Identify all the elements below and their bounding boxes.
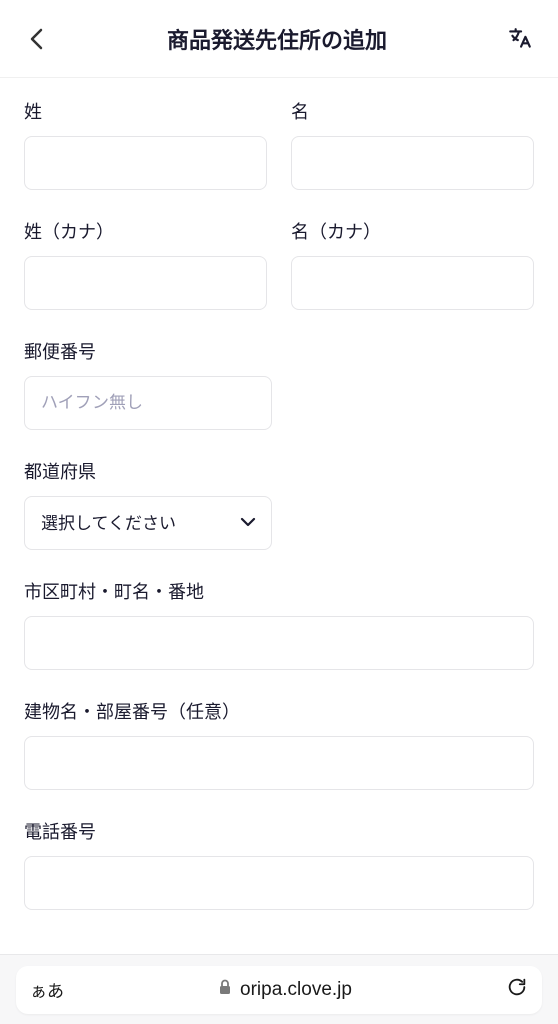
prefecture-select[interactable]: 選択してください: [24, 496, 272, 550]
firstname-kana-input[interactable]: [291, 256, 534, 310]
building-label: 建物名・部屋番号（任意）: [24, 698, 534, 724]
firstname-kana-label: 名（カナ）: [291, 218, 534, 244]
reload-button[interactable]: [498, 976, 528, 1003]
phone-label: 電話番号: [24, 818, 534, 844]
firstname-label: 名: [291, 98, 534, 124]
building-input[interactable]: [24, 736, 534, 790]
city-address-input[interactable]: [24, 616, 534, 670]
postal-code-input[interactable]: [24, 376, 272, 430]
prefecture-label: 都道府県: [24, 458, 534, 484]
lastname-kana-input[interactable]: [24, 256, 267, 310]
lastname-kana-label: 姓（カナ）: [24, 218, 267, 244]
postal-code-label: 郵便番号: [24, 338, 534, 364]
lastname-input[interactable]: [24, 136, 267, 190]
url-text: oripa.clove.jp: [240, 979, 352, 1001]
text-size-button[interactable]: ぁあ: [30, 977, 72, 1002]
lock-icon: [218, 979, 232, 1000]
firstname-input[interactable]: [291, 136, 534, 190]
address-bar[interactable]: ぁあ oripa.clove.jp: [16, 966, 542, 1014]
back-button[interactable]: [24, 27, 48, 51]
address-form: 姓 名 姓（カナ） 名（カナ） 郵便番号 都道府県 選択してください: [0, 78, 558, 958]
lastname-label: 姓: [24, 98, 267, 124]
page-title: 商品発送先住所の追加: [48, 23, 506, 55]
browser-toolbar: ぁあ oripa.clove.jp: [0, 954, 558, 1024]
translate-button[interactable]: [506, 25, 534, 53]
city-address-label: 市区町村・町名・番地: [24, 578, 534, 604]
phone-input[interactable]: [24, 856, 534, 910]
url-display: oripa.clove.jp: [72, 979, 498, 1001]
